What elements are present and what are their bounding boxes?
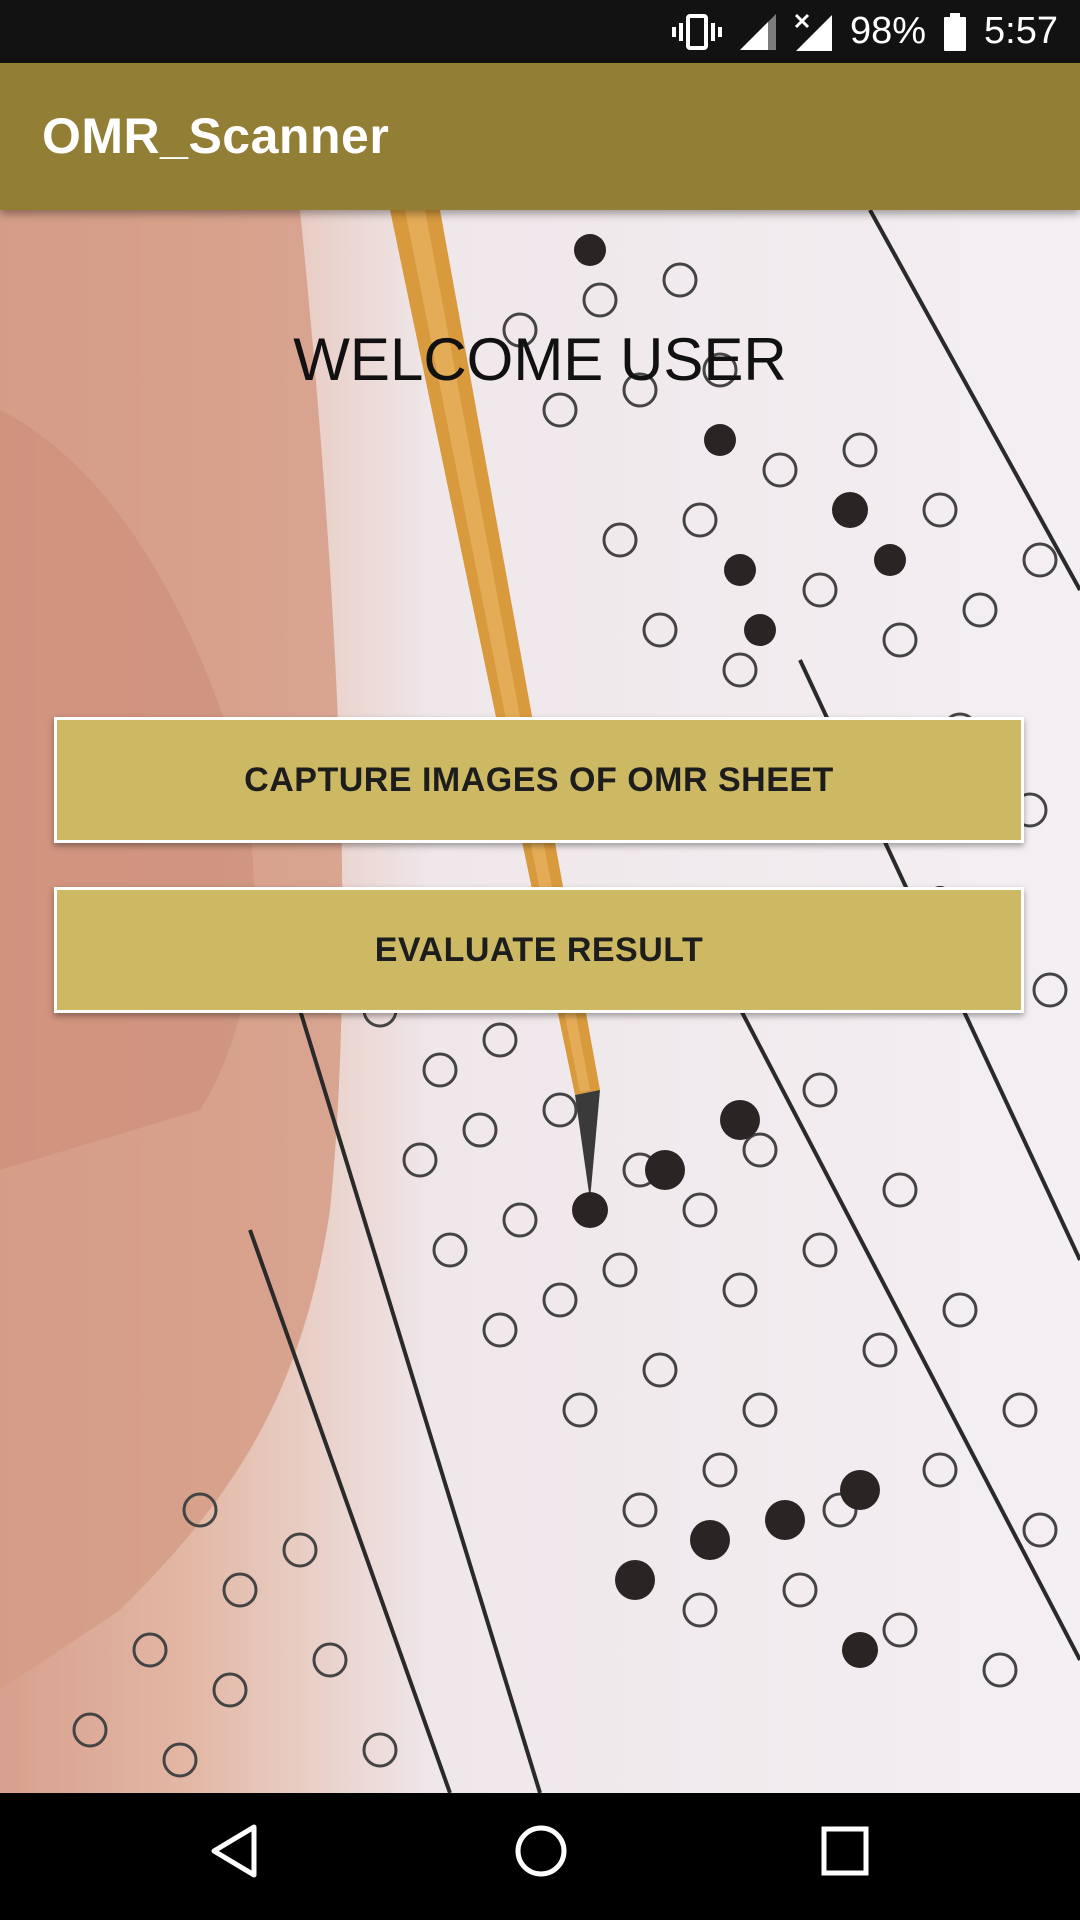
app-title: OMR_Scanner (42, 108, 390, 164)
main-content: WELCOME USER CAPTURE IMAGES OF OMR SHEET… (0, 210, 1080, 1793)
signal-icon (739, 13, 776, 50)
recents-icon[interactable] (820, 1823, 870, 1884)
battery-icon (944, 12, 967, 51)
vibrate-icon (671, 13, 722, 50)
back-icon[interactable] (210, 1823, 258, 1884)
status-bar: 98% 5:57 (0, 0, 1080, 63)
clock: 5:57 (984, 10, 1058, 52)
home-icon[interactable] (513, 1823, 569, 1884)
capture-images-button[interactable]: CAPTURE IMAGES OF OMR SHEET (54, 717, 1024, 843)
app-bar: OMR_Scanner (0, 63, 1080, 210)
evaluate-result-button[interactable]: EVALUATE RESULT (54, 887, 1024, 1013)
battery-percent: 98% (849, 10, 927, 52)
no-data-signal-icon (794, 13, 832, 51)
navigation-bar (0, 1793, 1080, 1920)
welcome-heading: WELCOME USER (293, 326, 787, 393)
